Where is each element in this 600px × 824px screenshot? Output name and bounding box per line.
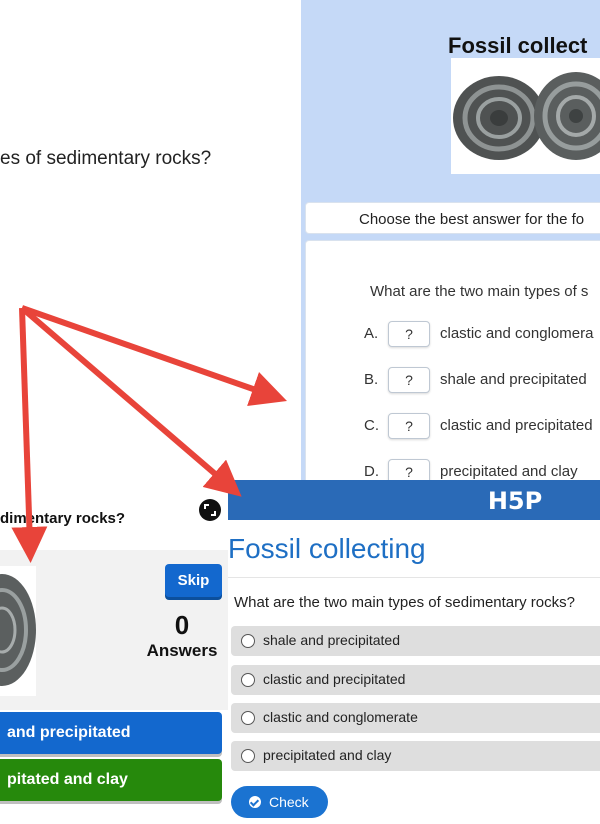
- answer-button-label: pitated and clay: [7, 771, 128, 788]
- h5p-question: What are the two main types of sedimenta…: [234, 594, 575, 611]
- answer-buttons-area: and precipitated pitated and clay: [0, 710, 228, 824]
- answers-label: Answers: [146, 641, 218, 660]
- fossil-image: [0, 566, 36, 696]
- answers-count: 0: [174, 610, 190, 640]
- h5p-content: Fossil collecting What are the two main …: [228, 520, 600, 824]
- h5p-option-label: clastic and conglomerate: [263, 709, 418, 725]
- option-text: clastic and precipitated: [440, 417, 593, 434]
- answer-button-green[interactable]: pitated and clay: [0, 759, 222, 801]
- quiz-title: Fossil collect: [448, 33, 588, 58]
- h5p-option[interactable]: precipitated and clay: [231, 741, 600, 771]
- h5p-logo: H5P: [480, 486, 550, 515]
- option-text: shale and precipitated: [440, 371, 587, 388]
- game-main-area: Skip 0 Answers: [0, 550, 228, 710]
- quiz-panel-blue: Fossil collect Choose the best answer fo…: [301, 0, 600, 480]
- arrow-to-h5p: [20, 305, 242, 497]
- game-question-text: dimentary rocks?: [0, 510, 126, 527]
- skip-button[interactable]: Skip: [165, 564, 222, 597]
- question-card: What are the two main types of s A. ? cl…: [305, 240, 600, 480]
- panel1-question-text: es of sedimentary rocks?: [0, 148, 212, 169]
- answer-button-label: and precipitated: [7, 724, 131, 741]
- radio-icon[interactable]: [241, 673, 255, 687]
- radio-icon[interactable]: [241, 711, 255, 725]
- radio-icon[interactable]: [241, 634, 255, 648]
- option-text: precipitated and clay: [440, 463, 578, 480]
- check-button[interactable]: Check: [231, 786, 328, 818]
- option-letter: C.: [364, 417, 379, 434]
- arrow-to-quiz: [21, 305, 287, 407]
- answer-drop-box[interactable]: ?: [388, 413, 430, 439]
- h5p-option-label: clastic and precipitated: [263, 671, 406, 687]
- game-header: dimentary rocks?: [0, 480, 228, 550]
- check-button-label: Check: [269, 794, 309, 810]
- h5p-header-bar: H5P: [228, 480, 600, 520]
- answer-drop-box[interactable]: ?: [388, 367, 430, 393]
- h5p-option-label: precipitated and clay: [263, 747, 392, 763]
- instruction-text: Choose the best answer for the fo: [359, 211, 585, 228]
- answer-drop-box[interactable]: ?: [388, 459, 430, 480]
- question-text: What are the two main types of s: [370, 283, 589, 300]
- option-letter: A.: [364, 325, 379, 342]
- expand-icon[interactable]: [199, 499, 221, 521]
- check-circle-icon: [249, 796, 261, 808]
- h5p-option-label: shale and precipitated: [263, 632, 400, 648]
- h5p-title: Fossil collecting: [228, 533, 426, 564]
- option-text: clastic and conglomera: [440, 325, 594, 342]
- instruction-bar: Choose the best answer for the fo: [305, 202, 600, 234]
- h5p-option[interactable]: clastic and conglomerate: [231, 703, 600, 733]
- answer-drop-box[interactable]: ?: [388, 321, 430, 347]
- h5p-option[interactable]: clastic and precipitated: [231, 665, 600, 695]
- option-letter: D.: [364, 463, 379, 480]
- svg-text:H5P: H5P: [488, 487, 542, 514]
- h5p-option[interactable]: shale and precipitated: [231, 626, 600, 656]
- option-letter: B.: [364, 371, 379, 388]
- answer-button-blue[interactable]: and precipitated: [0, 712, 222, 754]
- divider: [228, 577, 600, 578]
- radio-icon[interactable]: [241, 749, 255, 763]
- ammonite-fossil-image: [451, 58, 600, 174]
